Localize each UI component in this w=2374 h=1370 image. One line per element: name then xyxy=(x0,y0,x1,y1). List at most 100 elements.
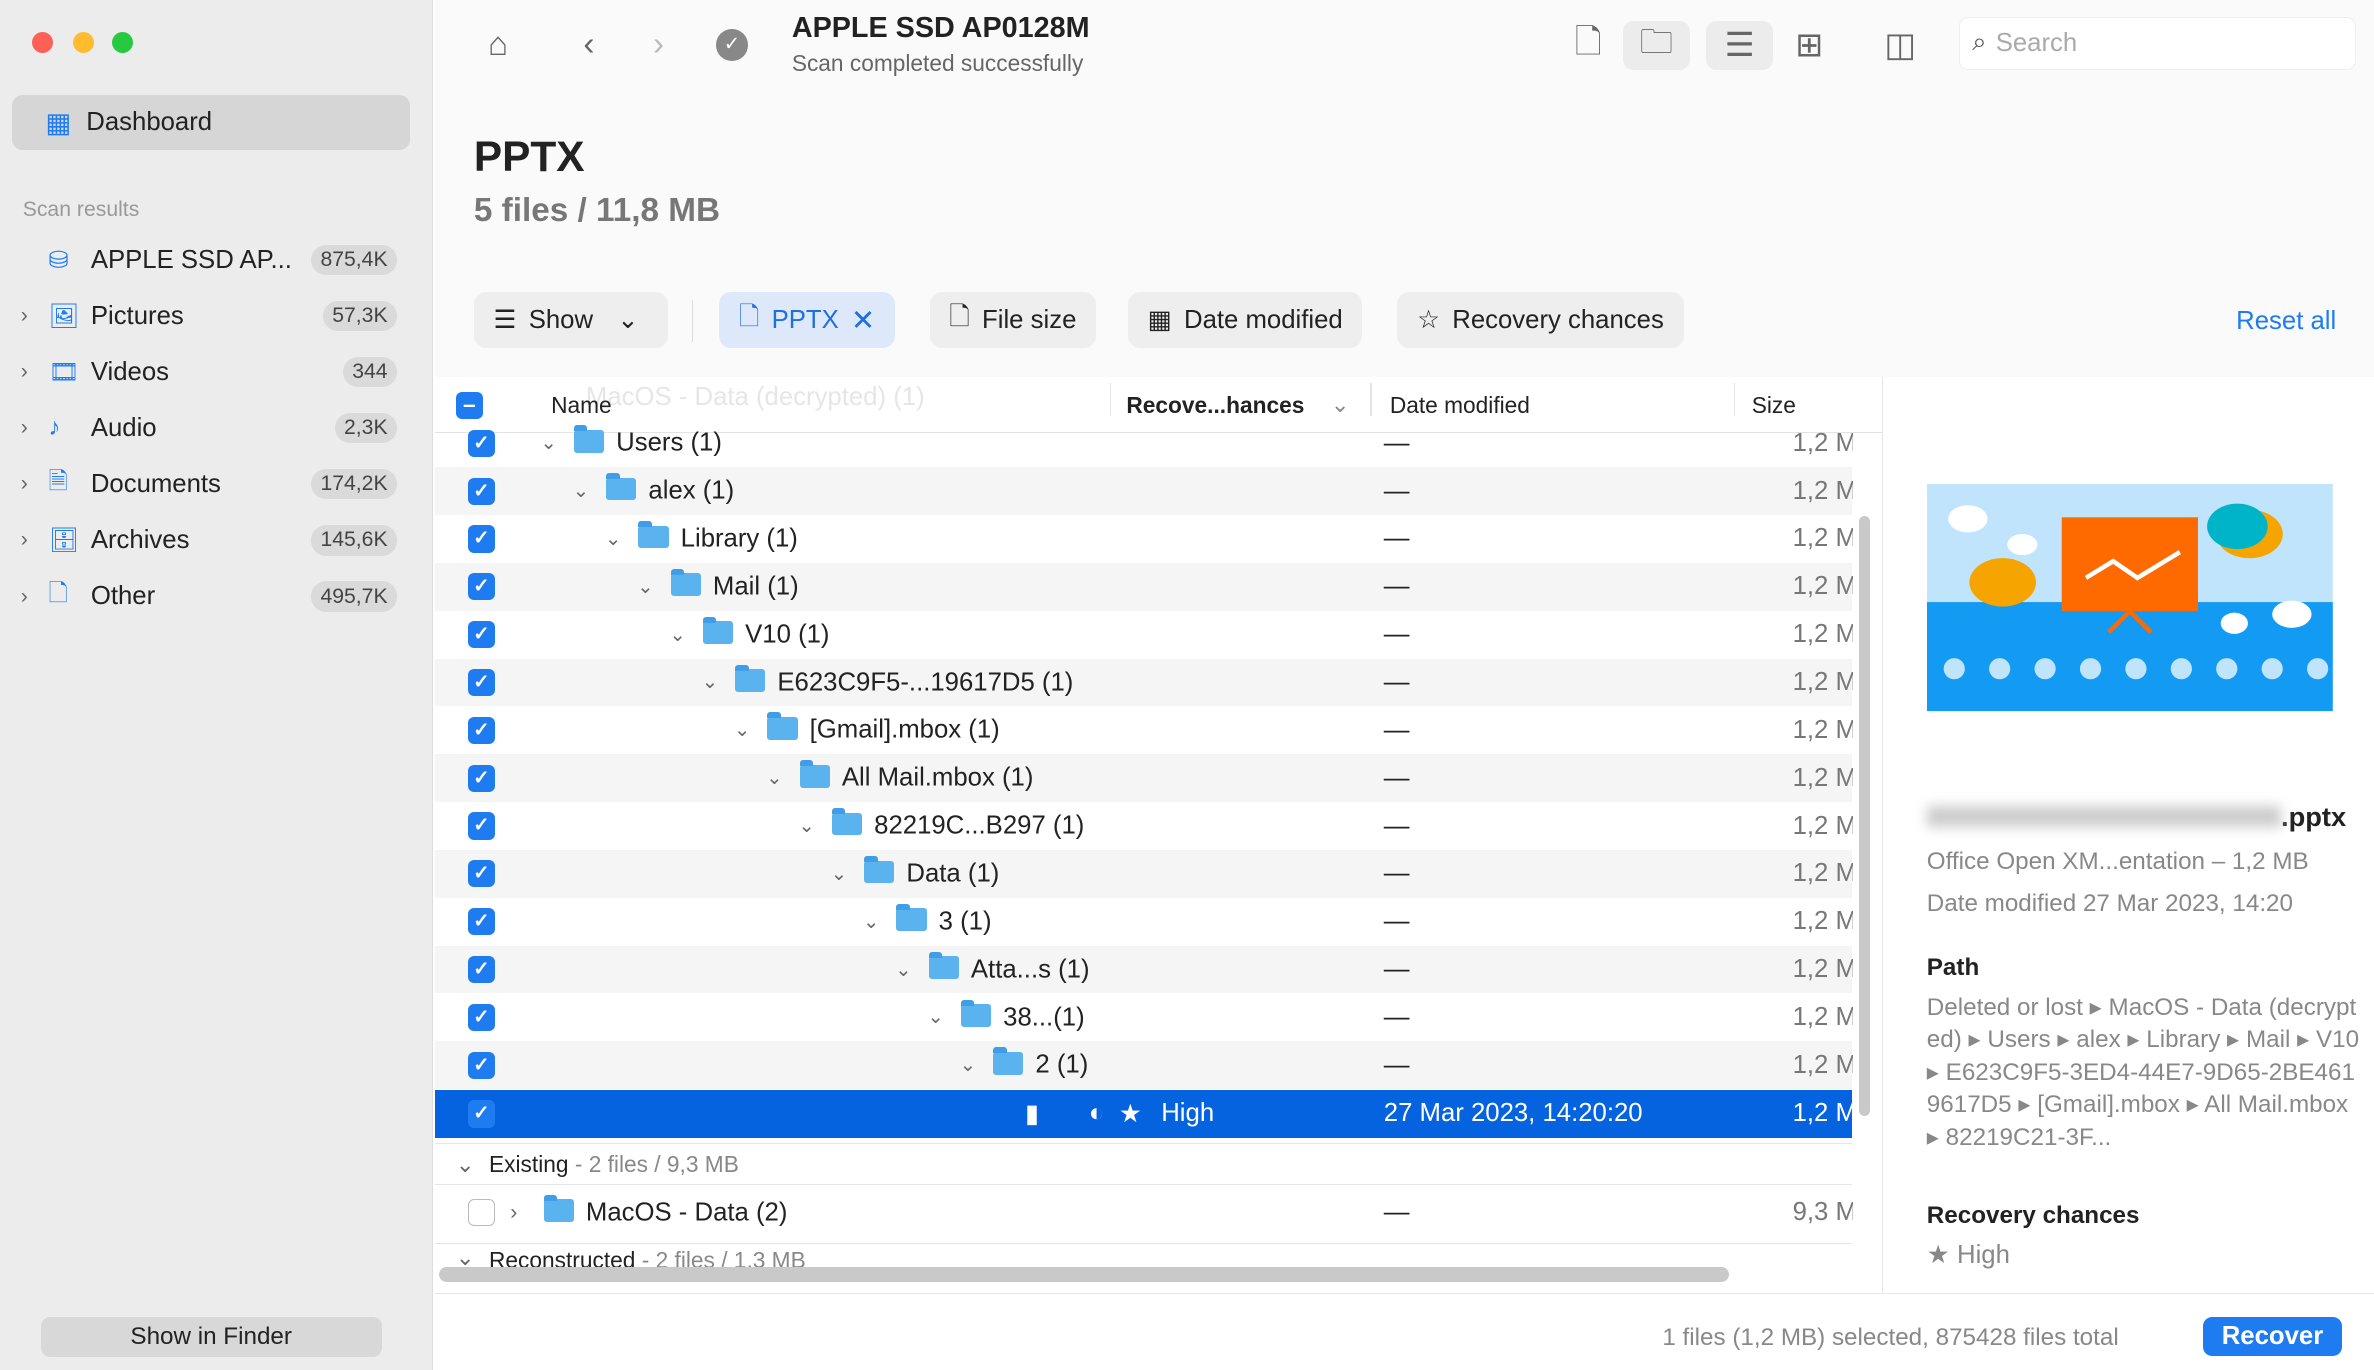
pptx-filter-chip[interactable]: 🗋 PPTX ✕ xyxy=(719,292,895,349)
row-checkbox[interactable]: ✓ xyxy=(467,908,496,936)
sidebar-item-videos[interactable]: › 🎞 Videos 344 xyxy=(0,350,433,395)
select-all-checkbox[interactable]: – xyxy=(455,391,483,420)
chevron-right-icon[interactable]: › xyxy=(0,585,48,609)
recover-button[interactable]: Recover xyxy=(2202,1316,2343,1357)
sidebar-item-pictures[interactable]: › 🖼 Pictures 57,3K xyxy=(0,294,433,339)
row-checkbox[interactable]: ✓ xyxy=(467,525,496,553)
file-size-filter[interactable]: 🗋 File size xyxy=(929,292,1097,349)
row-checkbox[interactable]: ✓ xyxy=(467,716,496,744)
sidebar-item-documents[interactable]: › 🗎 Documents 174,2K xyxy=(0,462,433,507)
column-size[interactable]: Size xyxy=(1752,392,1796,419)
row-checkbox[interactable]: ✓ xyxy=(467,621,496,649)
table-row[interactable]: ✓ ⌄ Library (1) — 1,2 MB xyxy=(435,515,1853,563)
show-filter-button[interactable]: ☰ Show ⌄ xyxy=(473,292,668,349)
row-checkbox[interactable]: ✓ xyxy=(467,812,496,840)
chevron-right-icon[interactable]: › xyxy=(0,304,48,328)
row-checkbox[interactable]: ✓ xyxy=(467,573,496,601)
sidebar-item-dashboard[interactable]: ▦ Dashboard xyxy=(12,95,411,150)
chevron-down-icon[interactable]: ⌄ xyxy=(766,766,782,790)
chevron-right-icon[interactable]: › xyxy=(0,360,48,384)
vertical-scrollbar[interactable] xyxy=(1859,516,1870,1116)
table-row[interactable]: ✓ ⌄ 38...(1) — 1,2 MB xyxy=(435,993,1853,1041)
table-row[interactable]: ✓ ⌄ Atta...s (1) — 1,2 MB xyxy=(434,945,1854,994)
chevron-down-icon[interactable]: ⌄ xyxy=(895,958,911,982)
forward-icon[interactable]: › xyxy=(628,21,689,69)
row-checkbox[interactable]: ✓ xyxy=(467,1100,496,1128)
folder-icon xyxy=(831,808,863,836)
table-row[interactable]: ✓ ⌄ 2 (1) — 1,2 MB xyxy=(434,1041,1853,1090)
row-checkbox[interactable]: ✓ xyxy=(467,477,496,505)
chevron-down-icon[interactable]: ⌄ xyxy=(927,1005,943,1029)
column-recovery-chances[interactable]: Recove...hances xyxy=(1126,392,1304,419)
row-checkbox[interactable]: ✓ xyxy=(467,955,496,984)
chevron-down-icon[interactable]: ⌄ xyxy=(863,910,879,934)
table-row[interactable]: ✓ ⌄ alex (1) — 1,2 MB xyxy=(434,467,1853,516)
back-icon[interactable]: ‹ xyxy=(559,21,620,69)
row-checkbox[interactable]: ✓ xyxy=(467,1051,496,1079)
chevron-right-icon[interactable]: › xyxy=(0,416,48,440)
reset-all-link[interactable]: Reset all xyxy=(2236,307,2336,336)
chevron-down-icon[interactable]: ⌄ xyxy=(669,623,685,647)
row-checkbox[interactable]: ✓ xyxy=(467,764,496,792)
size-value: 1,2 MB xyxy=(1792,620,1854,649)
table-row-selected[interactable]: ✓ ▮ ◐ ★ High 27 Mar 2023, 14:20:20 1,2 M… xyxy=(434,1090,1853,1138)
sidebar-item-label: Other xyxy=(90,582,156,610)
table-row[interactable]: ✓ ⌄ E623C9F5-...19617D5 (1) — 1,2 MB xyxy=(434,658,1853,707)
chevron-down-icon[interactable]: ⌄ xyxy=(798,814,814,838)
table-row[interactable]: ✓ ⌄ Data (1) — 1,2 MB xyxy=(434,849,1853,898)
size-value: 1,2 MB xyxy=(1792,955,1854,984)
date-modified-filter[interactable]: ▦ Date modified xyxy=(1127,292,1363,349)
zoom-button[interactable] xyxy=(112,31,134,53)
close-button[interactable] xyxy=(31,31,53,53)
sidebar-item-label: Dashboard xyxy=(86,108,213,137)
row-checkbox[interactable]: ✓ xyxy=(467,429,496,457)
date-value: — xyxy=(1383,620,1410,649)
column-date-modified[interactable]: Date modified xyxy=(1390,392,1530,419)
sidebar-item-apple-ssd-ap-[interactable]: ⛁ APPLE SSD AP... 875,4K xyxy=(0,238,433,283)
sidebar-item-other[interactable]: › 🗋 Other 495,7K xyxy=(0,574,433,619)
table-row[interactable]: ✓ ⌄ 3 (1) — 1,2 MB xyxy=(435,898,1854,946)
table-row[interactable]: › MacOS - Data (2) — 9,3 MB xyxy=(435,1185,1853,1240)
file-icon: ▮ xyxy=(1024,1099,1040,1128)
chevron-right-icon[interactable]: › xyxy=(0,472,48,496)
chevron-down-icon[interactable]: ⌄ xyxy=(831,862,847,886)
sidebar-item-audio[interactable]: › ♪ Audio 2,3K xyxy=(0,406,433,451)
grid-view-icon[interactable]: ⊞ xyxy=(1779,21,1840,69)
chevron-right-icon[interactable]: › xyxy=(0,528,48,552)
table-row[interactable]: ✓ ⌄ [Gmail].mbox (1) — 1,2 MB xyxy=(435,706,1853,754)
row-checkbox[interactable]: ✓ xyxy=(467,1003,496,1032)
size-value: 1,2 MB xyxy=(1792,907,1854,936)
row-checkbox[interactable]: ✓ xyxy=(467,860,496,888)
file-view-icon[interactable]: 🗋 xyxy=(1558,21,1619,69)
sort-chevron-icon[interactable]: ⌄ xyxy=(1331,391,1350,418)
chevron-down-icon[interactable]: ⌄ xyxy=(605,527,621,551)
search-input[interactable]: ⌕ Search xyxy=(1959,16,2356,70)
chevron-down-icon[interactable]: ⌄ xyxy=(734,718,750,742)
home-icon[interactable]: ⌂ xyxy=(468,21,529,69)
remove-filter-icon[interactable]: ✕ xyxy=(851,303,875,338)
preview-panel-icon[interactable]: ◫ xyxy=(1870,21,1931,69)
minimize-button[interactable] xyxy=(72,31,94,53)
chevron-right-icon[interactable]: › xyxy=(510,1201,517,1225)
table-row[interactable]: ✓ ⌄ Mail (1) — 1,2 MB xyxy=(434,562,1853,611)
chevron-down-icon[interactable]: ⌄ xyxy=(702,670,718,694)
table-row[interactable]: ✓ ⌄ 82219C...B297 (1) — 1,2 MB xyxy=(435,802,1853,850)
chevron-down-icon[interactable]: ⌄ xyxy=(960,1053,976,1077)
folder-view-icon[interactable]: 🗀 xyxy=(1623,21,1690,70)
horizontal-scrollbar[interactable] xyxy=(439,1267,1729,1283)
recovery-chances-filter[interactable]: ☆ Recovery chances xyxy=(1397,292,1684,349)
show-in-finder-button[interactable]: Show in Finder xyxy=(40,1317,382,1357)
table-row[interactable]: ✓ ⌄ V10 (1) — 1,2 MB xyxy=(435,611,1854,659)
row-checkbox[interactable] xyxy=(467,1199,496,1227)
chevron-down-icon[interactable]: ⌄ xyxy=(637,575,653,599)
list-view-icon[interactable]: ☰ xyxy=(1706,21,1773,70)
sidebar-item-archives[interactable]: › 🗄 Archives 145,6K xyxy=(0,518,433,563)
group-reconstructed[interactable]: ⌄ Reconstructed - 2 files / 1,3 MB xyxy=(434,1242,1852,1267)
table-row[interactable]: ✓ ⌄ Users (1) — 1,2 MB xyxy=(435,419,1853,467)
chevron-down-icon[interactable]: ⌄ xyxy=(540,431,556,455)
chevron-down-icon[interactable]: ⌄ xyxy=(573,479,589,503)
row-checkbox[interactable]: ✓ xyxy=(467,668,496,697)
table-row[interactable]: ✓ ⌄ All Mail.mbox (1) — 1,2 MB xyxy=(434,754,1853,803)
column-name[interactable]: Name xyxy=(551,392,612,419)
group-existing[interactable]: ⌄ Existing - 2 files / 9,3 MB xyxy=(434,1143,1852,1186)
